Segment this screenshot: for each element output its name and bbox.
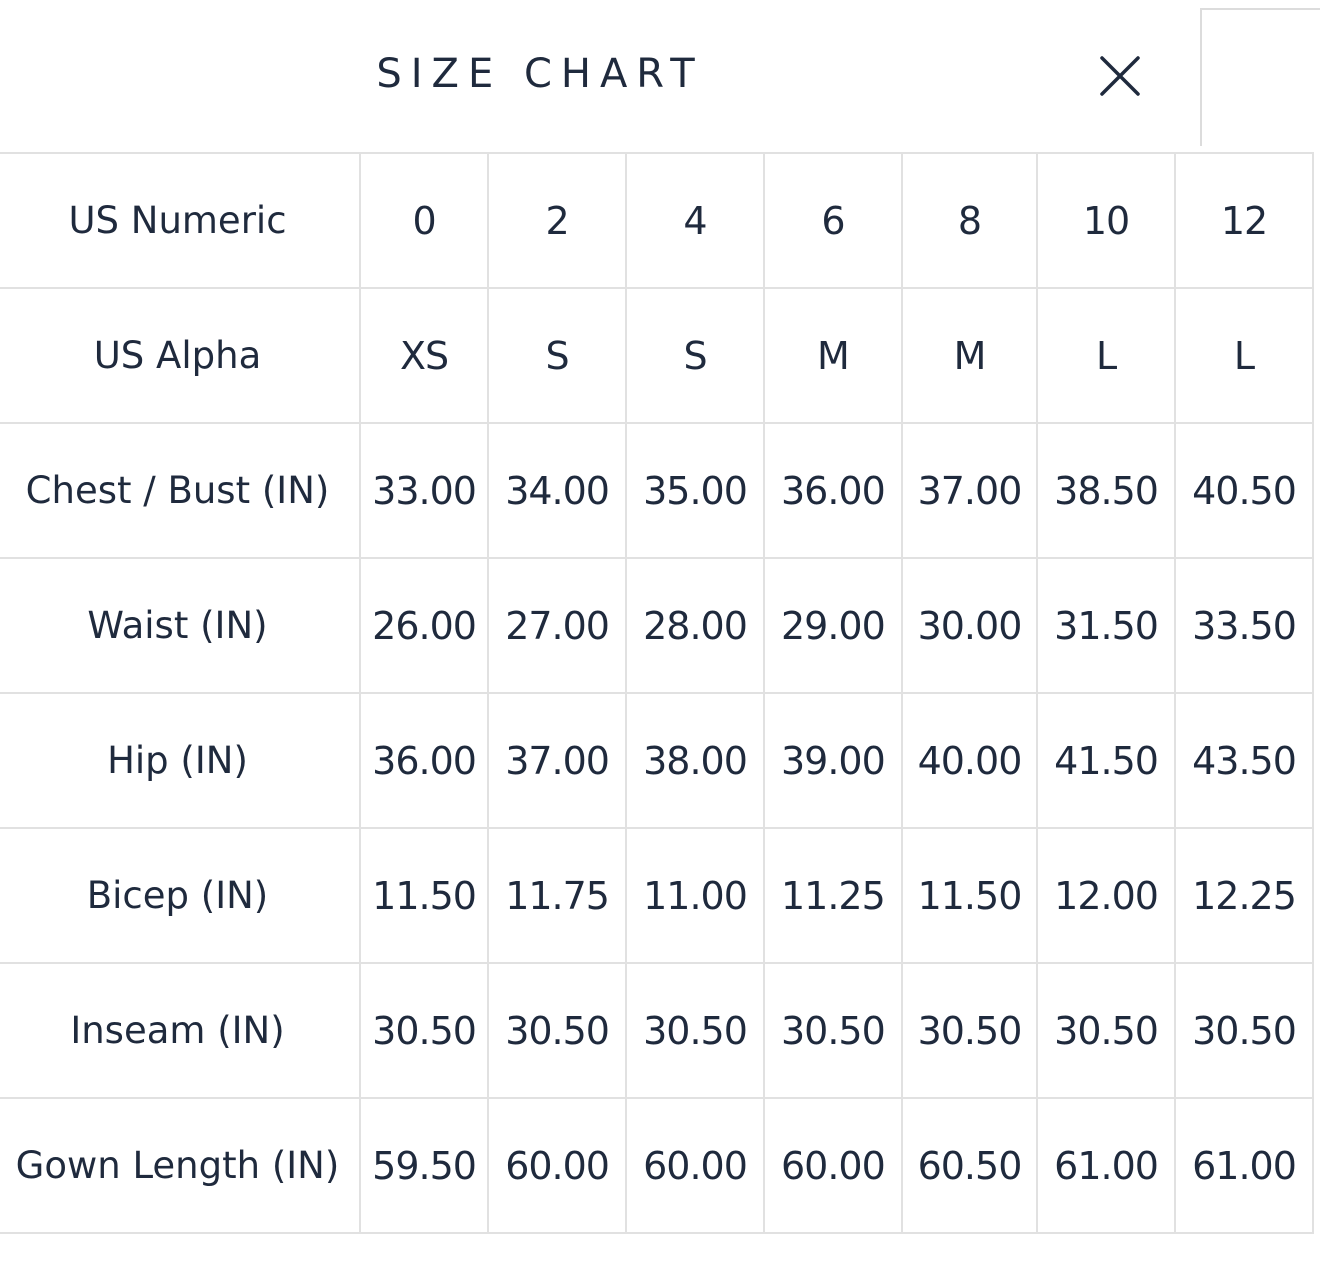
table-cell: 59.50 — [358, 1097, 490, 1234]
size-table: US Numeric 0 2 4 6 8 10 12 US Alpha XS S S M M L L Chest… — [0, 152, 1314, 1234]
table-cell: 43.50 — [1174, 692, 1314, 829]
table-cell: 10 — [1036, 152, 1177, 289]
table-cell: 33.50 — [1174, 557, 1314, 694]
table-cell: 11.25 — [762, 827, 903, 964]
table-cell: 4 — [625, 152, 765, 289]
table-cell: 8 — [900, 152, 1039, 289]
table-row: Waist (IN) 26.00 27.00 28.00 29.00 30.00 31.50… — [0, 557, 1314, 694]
table-cell: 40.50 — [1174, 422, 1314, 559]
row-label: Waist (IN) — [0, 557, 361, 694]
table-cell: 60.00 — [762, 1097, 903, 1234]
row-label: US Alpha — [0, 287, 361, 424]
row-label: Bicep (IN) — [0, 827, 361, 964]
table-cell: 27.00 — [487, 557, 628, 694]
size-table-container[interactable]: US Numeric 0 2 4 6 8 10 12 US Alpha XS S S M M L L Chest… — [0, 152, 1320, 1247]
close-button[interactable] — [1096, 52, 1144, 100]
table-cell: 35.00 — [625, 422, 765, 559]
table-cell: 11.50 — [358, 827, 490, 964]
table-cell: 38.50 — [1036, 422, 1177, 559]
table-cell: 11.50 — [900, 827, 1039, 964]
top-divider — [1200, 8, 1320, 10]
table-cell: 30.50 — [762, 962, 903, 1099]
table-cell: 26.00 — [358, 557, 490, 694]
table-cell: 11.75 — [487, 827, 628, 964]
table-cell: M — [900, 287, 1039, 424]
table-cell: 36.00 — [358, 692, 490, 829]
row-label: Gown Length (IN) — [0, 1097, 361, 1234]
table-cell: 12.25 — [1174, 827, 1314, 964]
table-row: US Alpha XS S S M M L L — [0, 287, 1314, 424]
table-cell: 12 — [1174, 152, 1314, 289]
table-cell: 61.00 — [1174, 1097, 1314, 1234]
right-divider — [1200, 8, 1202, 146]
table-row: US Numeric 0 2 4 6 8 10 12 — [0, 152, 1314, 289]
table-cell: XS — [358, 287, 490, 424]
table-row: Chest / Bust (IN) 33.00 34.00 35.00 36.00 37.… — [0, 422, 1314, 559]
row-label: US Numeric — [0, 152, 361, 289]
table-cell: 37.00 — [487, 692, 628, 829]
table-row: Bicep (IN) 11.50 11.75 11.00 11.25 11.50 12.00… — [0, 827, 1314, 964]
table-cell: 30.50 — [358, 962, 490, 1099]
table-cell: 31.50 — [1036, 557, 1177, 694]
table-cell: S — [625, 287, 765, 424]
table-cell: 60.50 — [900, 1097, 1039, 1234]
close-icon — [1100, 56, 1140, 96]
table-row: Hip (IN) 36.00 37.00 38.00 39.00 40.00 41.50 43… — [0, 692, 1314, 829]
table-cell: 30.50 — [487, 962, 628, 1099]
table-cell: 28.00 — [625, 557, 765, 694]
page-title: SIZE CHART — [376, 51, 704, 97]
table-cell: 2 — [487, 152, 628, 289]
table-cell: 12.00 — [1036, 827, 1177, 964]
table-cell: 36.00 — [762, 422, 903, 559]
table-cell: 39.00 — [762, 692, 903, 829]
table-cell: L — [1174, 287, 1314, 424]
row-label: Chest / Bust (IN) — [0, 422, 361, 559]
table-cell: L — [1036, 287, 1177, 424]
table-cell: 11.00 — [625, 827, 765, 964]
table-cell: 30.50 — [1036, 962, 1177, 1099]
table-cell: 38.00 — [625, 692, 765, 829]
table-cell: 37.00 — [900, 422, 1039, 559]
table-cell: 61.00 — [1036, 1097, 1177, 1234]
table-cell: 30.00 — [900, 557, 1039, 694]
table-row: Inseam (IN) 30.50 30.50 30.50 30.50 30.50 30.5… — [0, 962, 1314, 1099]
table-cell: 30.50 — [900, 962, 1039, 1099]
table-cell: 60.00 — [487, 1097, 628, 1234]
table-cell: M — [762, 287, 903, 424]
table-cell: S — [487, 287, 628, 424]
table-cell: 41.50 — [1036, 692, 1177, 829]
table-cell: 33.00 — [358, 422, 490, 559]
table-cell: 30.50 — [625, 962, 765, 1099]
row-label: Hip (IN) — [0, 692, 361, 829]
table-cell: 30.50 — [1174, 962, 1314, 1099]
table-cell: 6 — [762, 152, 903, 289]
table-cell: 29.00 — [762, 557, 903, 694]
table-cell: 34.00 — [487, 422, 628, 559]
table-cell: 0 — [358, 152, 490, 289]
table-cell: 60.00 — [625, 1097, 765, 1234]
row-label: Inseam (IN) — [0, 962, 361, 1099]
table-cell: 40.00 — [900, 692, 1039, 829]
table-row: Gown Length (IN) 59.50 60.00 60.00 60.00 60.5… — [0, 1097, 1314, 1234]
